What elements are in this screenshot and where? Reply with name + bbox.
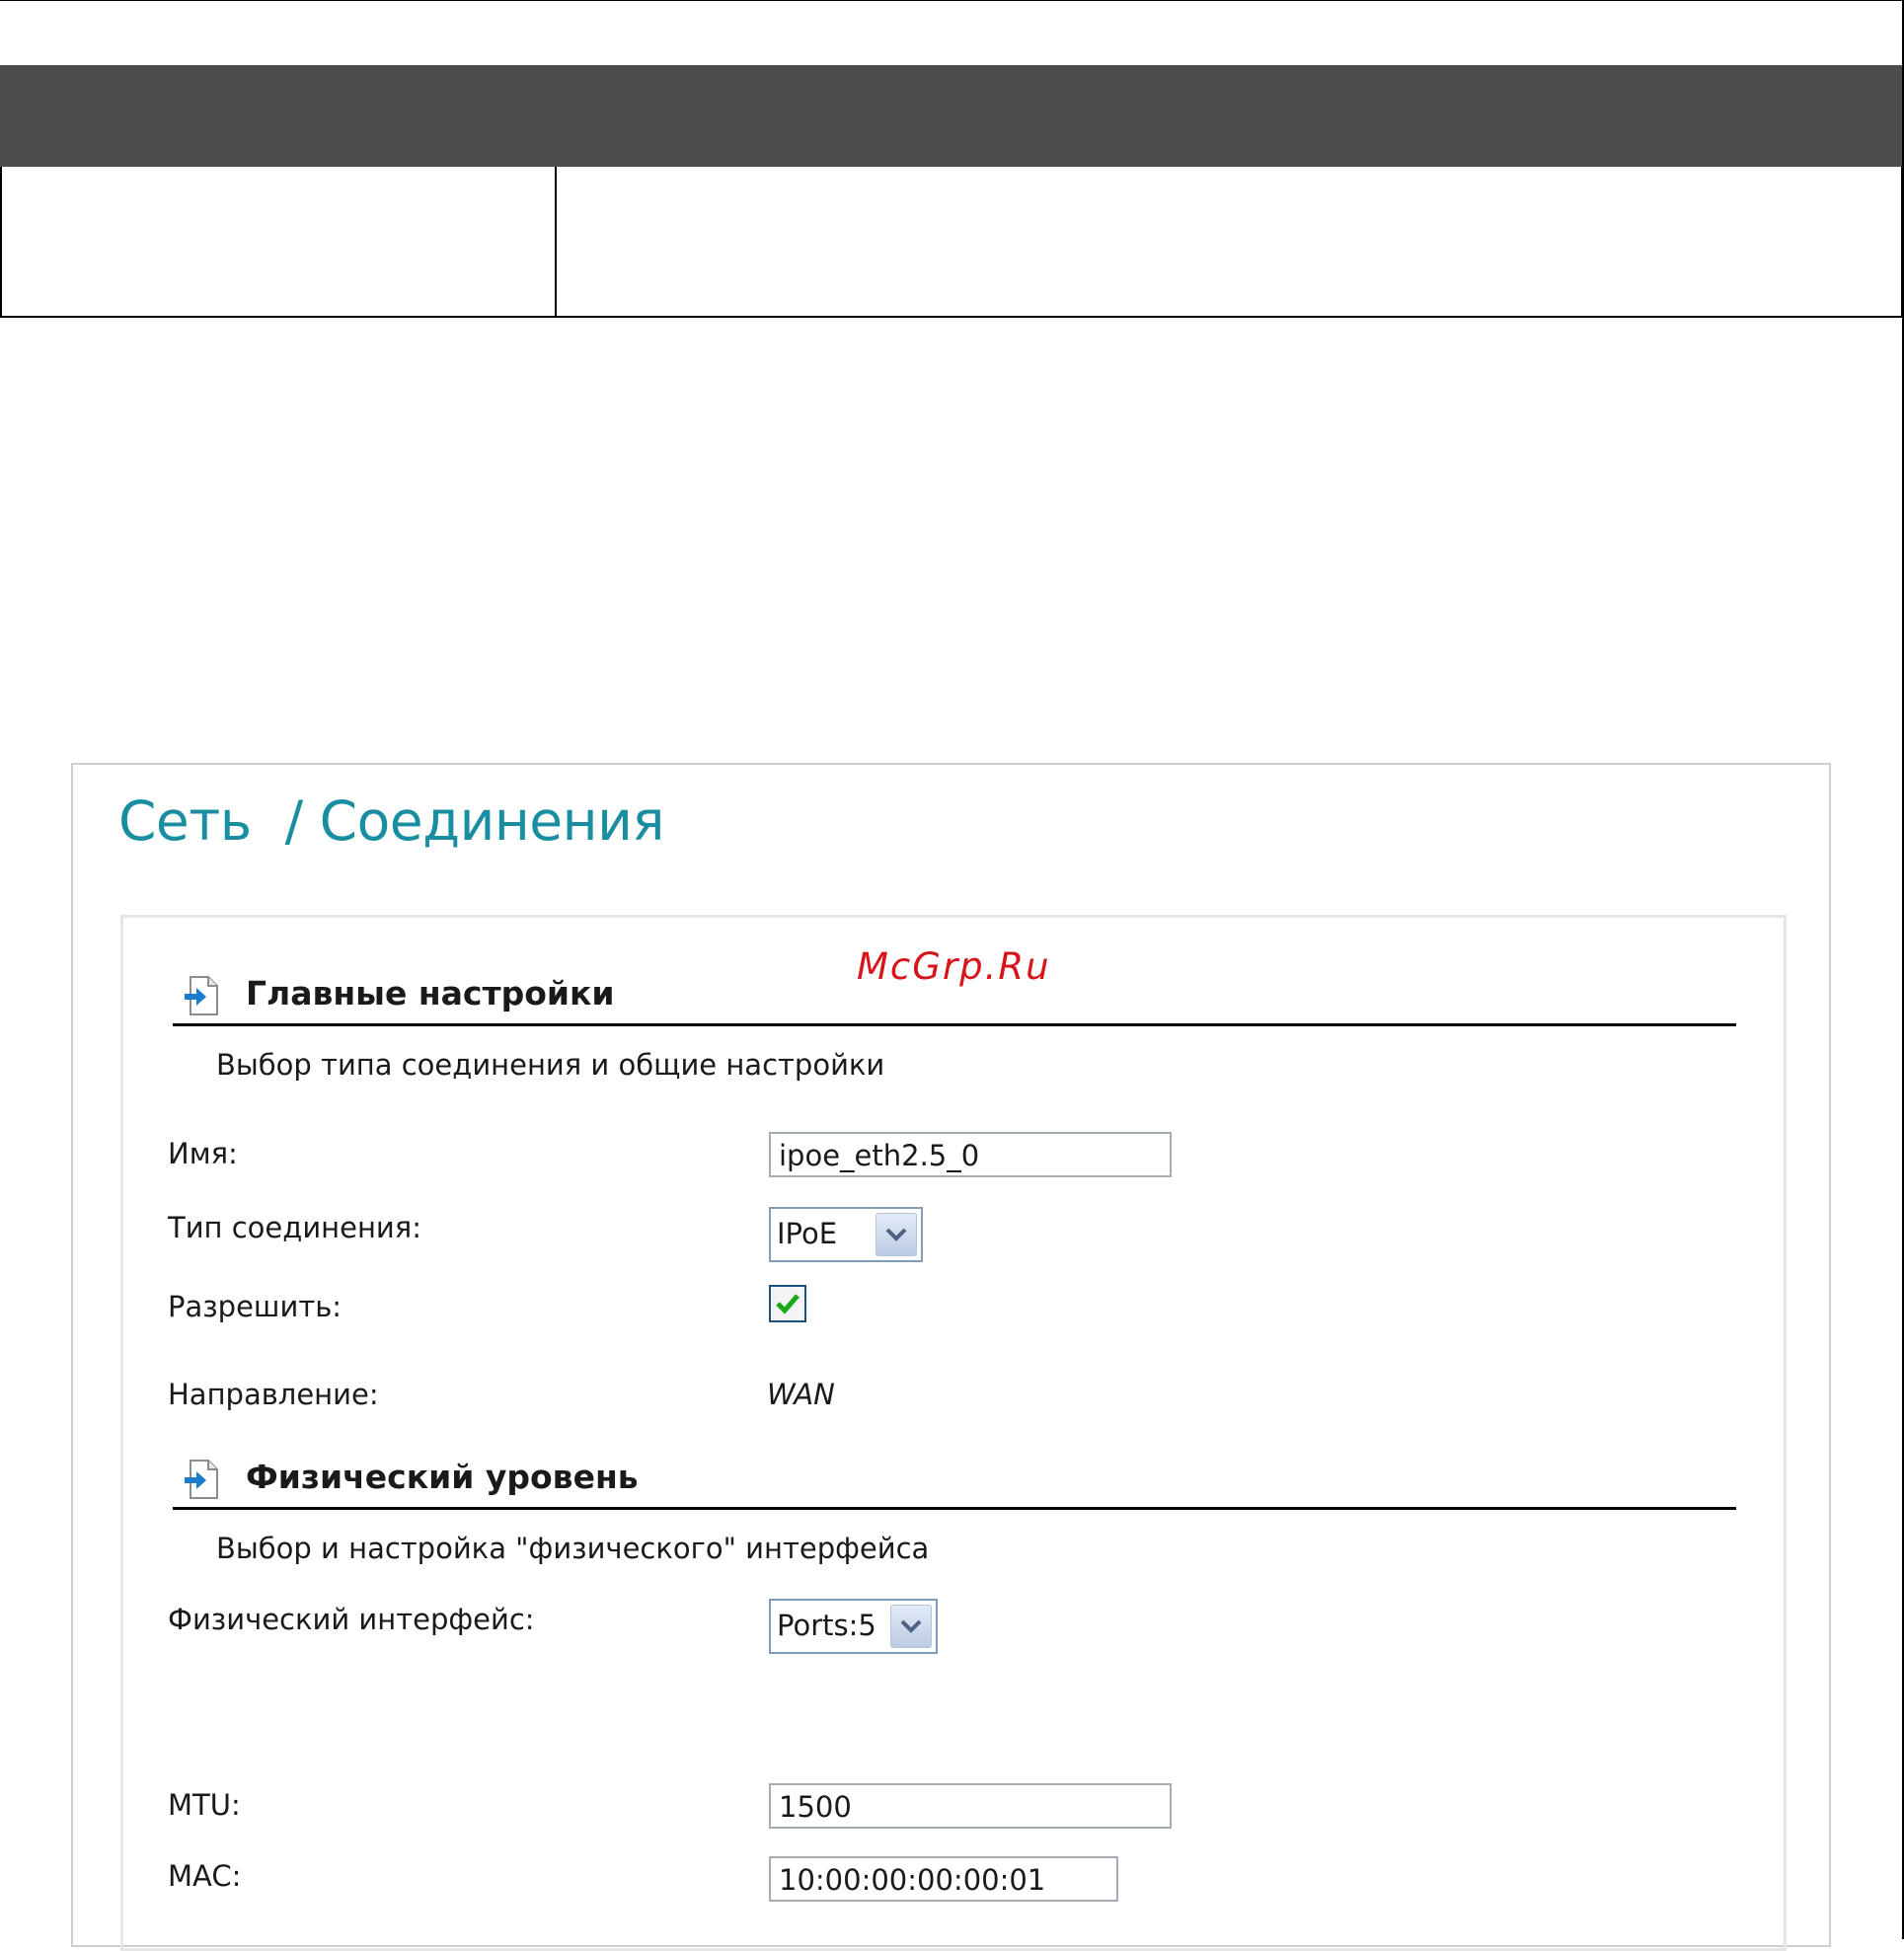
physical-interface-select[interactable]: Ports:5 [769, 1599, 938, 1654]
connections-page: Сеть / Соединения Главные настройки Выбо… [71, 763, 1831, 1951]
checkmark-icon [776, 1294, 800, 1314]
chevron-down-icon[interactable] [876, 1213, 917, 1256]
connection-type-label: Тип соединения: [168, 1211, 421, 1244]
settings-panel: Главные настройки Выбор типа соединения … [120, 915, 1787, 1951]
connection-type-value: IPoE [777, 1217, 838, 1250]
direction-value: WAN [767, 1378, 835, 1411]
connection-type-select[interactable]: IPoE [769, 1207, 923, 1262]
physical-header: Физический уровень [173, 1458, 1736, 1510]
physical-title: Физический уровень [246, 1458, 639, 1496]
mac-label: MAC: [168, 1859, 242, 1893]
top-rule [0, 0, 1904, 1]
chevron-down-icon[interactable] [890, 1605, 932, 1648]
enable-label: Разрешить: [168, 1290, 343, 1323]
page-arrow-icon [183, 974, 222, 1017]
page-title: Сеть / Соединения [118, 789, 664, 853]
mtu-input[interactable]: 1500 [769, 1783, 1172, 1829]
mac-input[interactable]: 10:00:00:00:00:01 [769, 1856, 1118, 1902]
physical-description: Выбор и настройка "физического" интерфей… [216, 1532, 930, 1565]
document-table [0, 65, 1903, 318]
watermark-text: McGrp.Ru [857, 945, 1051, 988]
table-header [0, 65, 1903, 167]
physical-interface-label: Физический интерфейс: [168, 1603, 535, 1636]
table-column-divider [555, 167, 557, 316]
direction-label: Направление: [168, 1378, 379, 1411]
name-label: Имя: [168, 1137, 238, 1170]
main-settings-description: Выбор типа соединения и общие настройки [216, 1048, 885, 1082]
page-arrow-icon [183, 1458, 222, 1501]
physical-interface-value: Ports:5 [777, 1609, 876, 1642]
enable-checkbox[interactable] [769, 1285, 806, 1322]
main-settings-title: Главные настройки [246, 974, 615, 1013]
mtu-label: MTU: [168, 1788, 241, 1822]
table-row [0, 167, 1903, 318]
name-input[interactable]: ipoe_eth2.5_0 [769, 1132, 1172, 1177]
